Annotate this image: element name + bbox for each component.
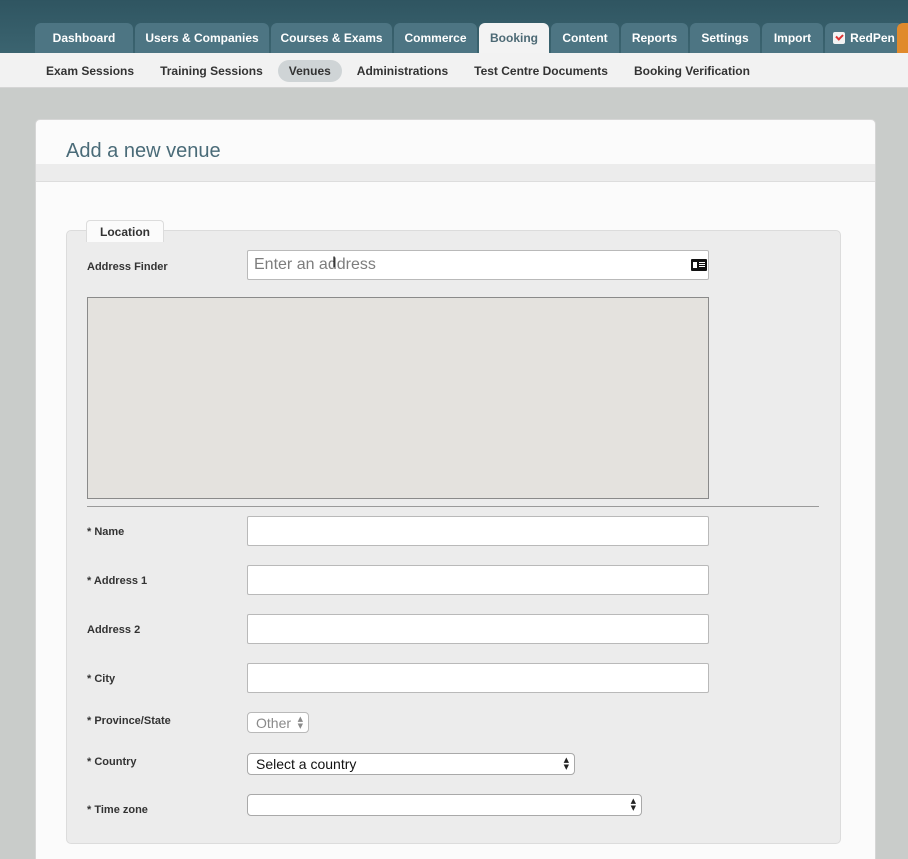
tab-label: RedPen bbox=[850, 31, 895, 45]
tab-dashboard[interactable]: Dashboard bbox=[35, 23, 133, 53]
tab-label: Reports bbox=[631, 31, 678, 45]
fieldset-legend: Location bbox=[86, 220, 164, 242]
up-down-arrows-icon: ▲ ▼ bbox=[563, 756, 569, 771]
panel-header-band bbox=[36, 164, 875, 182]
subnav-training-sessions[interactable]: Training Sessions bbox=[149, 60, 274, 82]
tab-import[interactable]: Import bbox=[762, 23, 823, 53]
text-cursor-icon: I bbox=[332, 255, 337, 271]
tab-reports[interactable]: Reports bbox=[621, 23, 688, 53]
tab-booking[interactable]: Booking bbox=[479, 23, 549, 53]
subnav-test-centre-documents[interactable]: Test Centre Documents bbox=[463, 60, 619, 82]
contact-card-icon[interactable] bbox=[691, 259, 707, 271]
tab-users-companies[interactable]: Users & Companies bbox=[135, 23, 269, 53]
subnav-booking-verification[interactable]: Booking Verification bbox=[623, 60, 761, 82]
address2-label: Address 2 bbox=[87, 624, 141, 636]
tab-redpen[interactable]: RedPen bbox=[825, 23, 903, 53]
tab-label: Content bbox=[562, 31, 608, 45]
country-selected-value: Select a country bbox=[256, 756, 357, 772]
location-fieldset: Location Address Finder I * Name * Addre… bbox=[66, 220, 841, 844]
sub-nav-items: Exam Sessions Training Sessions Venues A… bbox=[35, 60, 765, 82]
redpen-checkmark-icon bbox=[833, 32, 846, 44]
tab-label: Courses & Exams bbox=[280, 31, 383, 45]
tab-label: Import bbox=[773, 31, 812, 45]
province-selected-value: Other bbox=[256, 714, 292, 731]
up-down-arrows-icon: ▲ ▼ bbox=[297, 714, 303, 730]
timezone-label: * Time zone bbox=[87, 804, 148, 816]
address-finder-input[interactable] bbox=[247, 250, 709, 280]
city-label: * City bbox=[87, 673, 116, 685]
timezone-select[interactable]: ▲ ▼ bbox=[247, 794, 642, 816]
tab-label: Commerce bbox=[404, 31, 467, 45]
country-label: * Country bbox=[87, 756, 137, 768]
province-label: * Province/State bbox=[87, 715, 171, 727]
tab-commerce[interactable]: Commerce bbox=[394, 23, 477, 53]
tab-settings[interactable]: Settings bbox=[690, 23, 760, 53]
subnav-exam-sessions[interactable]: Exam Sessions bbox=[35, 60, 145, 82]
province-select[interactable]: Other ▲ ▼ bbox=[247, 712, 309, 733]
top-bar: Dashboard Users & Companies Courses & Ex… bbox=[0, 0, 908, 53]
form-divider bbox=[87, 506, 819, 507]
city-field[interactable] bbox=[247, 663, 709, 693]
name-label: * Name bbox=[87, 526, 125, 538]
country-select[interactable]: Select a country ▲ ▼ bbox=[247, 753, 575, 775]
address-finder-label: Address Finder bbox=[87, 261, 168, 273]
subnav-administrations[interactable]: Administrations bbox=[346, 60, 459, 82]
tab-content[interactable]: Content bbox=[551, 23, 619, 53]
address1-field[interactable] bbox=[247, 565, 709, 595]
page-title: Add a new venue bbox=[66, 140, 221, 162]
subnav-venues[interactable]: Venues bbox=[277, 60, 342, 82]
venue-form-panel: Add a new venue Location Address Finder … bbox=[35, 119, 876, 859]
tab-label: Settings bbox=[701, 31, 749, 45]
tab-label: Booking bbox=[490, 31, 538, 45]
map-area[interactable] bbox=[87, 297, 709, 499]
main-nav-tabs: Dashboard Users & Companies Courses & Ex… bbox=[35, 23, 905, 53]
tab-label: Users & Companies bbox=[145, 31, 259, 45]
name-field[interactable] bbox=[247, 516, 709, 546]
sub-nav: Exam Sessions Training Sessions Venues A… bbox=[0, 53, 908, 88]
tab-label: Dashboard bbox=[52, 31, 116, 45]
tab-courses-exams[interactable]: Courses & Exams bbox=[271, 23, 392, 53]
up-down-arrows-icon: ▲ ▼ bbox=[630, 797, 636, 812]
address1-label: * Address 1 bbox=[87, 575, 148, 587]
address2-field[interactable] bbox=[247, 614, 709, 644]
overflow-tab[interactable] bbox=[897, 23, 908, 53]
